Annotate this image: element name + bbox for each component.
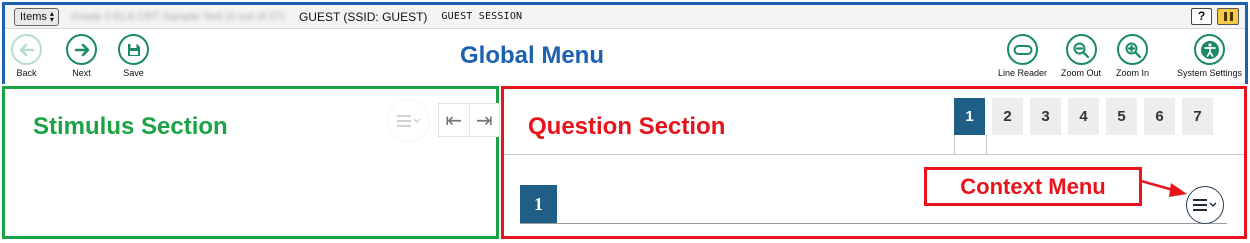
system-settings-button[interactable]: System Settings <box>1177 34 1242 78</box>
pause-icon <box>1223 12 1227 21</box>
student-name: GUEST (SSID: GUEST) <box>298 9 428 24</box>
global-menu-frame: Items ▴ ▾ Grade 3 ELA CRT Sample Test (0 … <box>2 2 1248 84</box>
context-menu-callout: Context Menu <box>924 167 1142 206</box>
zoom-out-label: Zoom Out <box>1061 68 1102 78</box>
line-reader-icon <box>1007 34 1039 65</box>
question-tab-6[interactable]: 6 <box>1144 98 1175 135</box>
zoom-in-label: Zoom In <box>1116 68 1150 78</box>
arrow-right-icon <box>66 34 97 65</box>
save-icon <box>118 34 149 65</box>
question-divider <box>520 223 1227 224</box>
line-reader-label: Line Reader <box>998 68 1048 78</box>
stimulus-section: Stimulus Section ⇤ ⇥ <box>2 86 500 239</box>
question-tab-4[interactable]: 4 <box>1068 98 1099 135</box>
question-tab-3[interactable]: 3 <box>1030 98 1061 135</box>
help-button[interactable]: ? <box>1191 8 1212 25</box>
menu-chevron-icon <box>396 114 420 127</box>
question-tab-1[interactable]: 1 <box>954 98 987 154</box>
arrow-left-icon <box>11 34 42 65</box>
accessibility-icon <box>1194 34 1226 65</box>
stimulus-nav: ⇤ ⇥ <box>438 103 500 137</box>
back-button[interactable]: Back <box>11 34 42 78</box>
stimulus-context-menu-button[interactable] <box>387 99 430 142</box>
menu-chevron-icon <box>1193 199 1217 211</box>
pause-button[interactable] <box>1217 8 1239 25</box>
global-toolbar: Back Next Save Global Menu Line Reader Z… <box>5 30 1245 84</box>
stimulus-section-title: Stimulus Section <box>33 113 228 140</box>
question-tab-7[interactable]: 7 <box>1182 98 1213 135</box>
question-number: 1 <box>520 185 557 224</box>
line-reader-button[interactable]: Line Reader <box>998 34 1047 78</box>
question-tab-5[interactable]: 5 <box>1106 98 1137 135</box>
updown-arrows-icon: ▴ ▾ <box>49 8 54 24</box>
back-label: Back <box>16 68 37 78</box>
top-bar: Items ▴ ▾ Grade 3 ELA CRT Sample Test (0 … <box>5 5 1245 29</box>
zoom-in-button[interactable]: Zoom In <box>1116 34 1149 78</box>
expand-right-icon[interactable]: ⇥ <box>468 104 500 136</box>
global-menu-title: Global Menu <box>460 42 604 69</box>
zoom-in-icon <box>1117 34 1148 65</box>
save-button[interactable]: Save <box>118 34 149 78</box>
question-section-title: Question Section <box>528 113 726 140</box>
session-label: GUEST SESSION <box>441 11 523 22</box>
callout-arrow-icon <box>1141 179 1187 197</box>
system-settings-label: System Settings <box>1177 68 1243 78</box>
collapse-left-icon[interactable]: ⇤ <box>439 104 469 136</box>
question-tab-2[interactable]: 2 <box>992 98 1023 135</box>
next-button[interactable]: Next <box>66 34 97 78</box>
items-dropdown[interactable]: Items ▴ ▾ <box>14 7 59 26</box>
items-dropdown-label: Items <box>20 10 47 23</box>
question-context-menu-button[interactable] <box>1186 186 1224 224</box>
next-label: Next <box>72 68 91 78</box>
zoom-out-icon <box>1065 34 1097 65</box>
tab-divider <box>504 154 1244 155</box>
save-label: Save <box>123 68 144 78</box>
test-name: Grade 3 ELA CRT Sample Test (0 out of 27… <box>70 10 285 23</box>
question-section: Question Section 1 2 3 4 5 6 7 1 Context… <box>501 86 1247 239</box>
zoom-out-button[interactable]: Zoom Out <box>1061 34 1101 78</box>
